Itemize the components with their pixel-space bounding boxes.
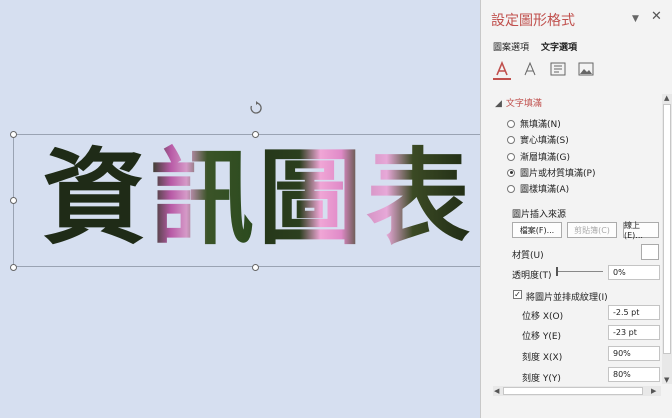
glyph-3: 圖 [258, 137, 363, 259]
offset-y-field[interactable]: -23 pt [608, 325, 660, 340]
tile-checkbox-label: 將圖片並排成紋理(I) [526, 293, 608, 303]
transparency-field[interactable]: 0% [608, 265, 660, 280]
radio-solid-fill[interactable]: 實心填滿(S) [507, 133, 569, 146]
file-button[interactable]: 檔案(F)... [512, 222, 562, 238]
close-icon[interactable]: ✕ [651, 9, 662, 24]
resize-handle-sw[interactable] [10, 264, 17, 271]
resize-handle-w[interactable] [10, 197, 17, 204]
radio-label: 圖樣填滿(A) [520, 185, 570, 195]
radio-label: 漸層填滿(G) [520, 153, 570, 163]
scale-x-field[interactable]: 90% [608, 346, 660, 361]
offset-x-label: 位移 X(O) [522, 312, 564, 322]
vertical-scrollbar[interactable] [662, 94, 672, 384]
transparency-slider[interactable] [557, 271, 603, 272]
offset-y-label: 位移 Y(E) [522, 332, 562, 342]
section-title: 文字填滿 [505, 99, 542, 109]
radio-picture-fill[interactable]: 圖片或材質填滿(P) [507, 166, 595, 179]
scale-y-field[interactable]: 80% [608, 367, 660, 382]
online-button[interactable]: 線上(E)... [623, 221, 659, 240]
horizontal-scrollbar[interactable] [493, 386, 661, 396]
picture-source-label: 圖片插入來源 [512, 210, 567, 220]
scale-y-label: 刻度 Y(Y) [522, 374, 561, 384]
text-fill-icon[interactable] [493, 60, 511, 80]
radio-label: 無填滿(N) [520, 120, 561, 130]
scroll-up-icon[interactable]: ▲ [664, 94, 669, 102]
glyph-4: 表 [366, 137, 471, 259]
tab-text-options[interactable]: 文字選項 [541, 40, 577, 53]
scroll-right-icon[interactable]: ▶ [651, 387, 656, 395]
picture-filled-text[interactable]: 資 訊 圖 表 [42, 138, 470, 258]
section-text-fill[interactable]: ◢ 文字填滿 [495, 96, 542, 109]
scroll-left-icon[interactable]: ◀ [494, 387, 499, 395]
text-outline-icon[interactable] [521, 60, 539, 78]
radio-label: 圖片或材質填滿(P) [520, 169, 596, 179]
radio-pattern-fill[interactable]: 圖樣填滿(A) [507, 182, 569, 195]
pane-title: 設定圖形格式 [491, 13, 575, 29]
scale-x-label: 刻度 X(X) [522, 353, 563, 363]
text-options-icon-row [493, 60, 595, 80]
offset-x-field[interactable]: -2.5 pt [608, 305, 660, 320]
picture-icon[interactable] [577, 60, 595, 78]
resize-handle-nw[interactable] [10, 131, 17, 138]
clipboard-button[interactable]: 剪貼簿(C) [567, 222, 617, 238]
slide-canvas[interactable]: 資 訊 圖 表 [0, 0, 497, 418]
scroll-down-icon[interactable]: ▼ [664, 376, 669, 384]
glyph-2: 訊 [150, 137, 255, 259]
tab-shape-options[interactable]: 圖案選項 [493, 40, 529, 53]
vertical-scroll-thumb[interactable] [663, 104, 671, 354]
text-box-icon[interactable] [549, 60, 567, 78]
horizontal-scroll-thumb[interactable] [503, 387, 643, 395]
texture-label: 材質(U) [512, 251, 544, 261]
transparency-slider-thumb[interactable] [556, 267, 558, 276]
radio-label: 實心填滿(S) [520, 136, 569, 146]
texture-picker-button[interactable] [641, 244, 659, 260]
option-tabs: 圖案選項 文字選項 [493, 40, 577, 53]
resize-handle-s[interactable] [252, 264, 259, 271]
glyph-1: 資 [42, 137, 147, 259]
rotate-handle-icon[interactable] [249, 101, 263, 115]
chevron-down-icon[interactable]: ▼ [632, 14, 639, 24]
format-shape-pane: 設定圖形格式 ▼ ✕ 圖案選項 文字選項 ◢ 文字填滿 無填滿(N) 實心填滿(S… [480, 0, 672, 418]
transparency-label: 透明度(T) [512, 271, 552, 281]
radio-no-fill[interactable]: 無填滿(N) [507, 117, 561, 130]
tile-checkbox[interactable]: ✓ [513, 290, 522, 299]
radio-gradient-fill[interactable]: 漸層填滿(G) [507, 150, 570, 163]
